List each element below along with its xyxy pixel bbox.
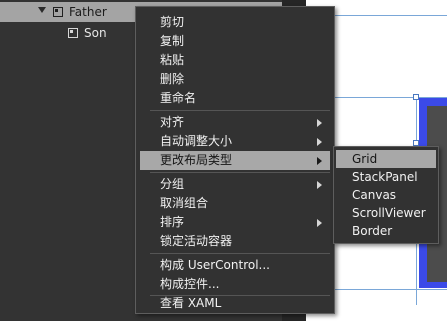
submenu-item-stackpanel[interactable]: StackPanel [336,168,436,186]
menu-item-auto-size[interactable]: 自动调整大小 [140,132,330,151]
submenu-arrow-icon [317,181,322,189]
menu-item-paste[interactable]: 粘贴 [140,51,330,70]
menu-item-label: 构成 UserControl... [160,258,270,272]
submenu-item-label: StackPanel [352,170,418,184]
submenu-item-label: Grid [352,152,378,166]
submenu-item-border[interactable]: Border [336,222,436,240]
menu-item-label: 取消组合 [160,196,209,210]
menu-item-cut[interactable]: 剪切 [140,13,330,32]
grid-icon [53,7,63,17]
menu-item-label: 粘贴 [160,53,185,67]
menu-item-label: 自动调整大小 [160,134,233,148]
menu-item-label: 删除 [160,72,185,86]
menu-item-label: 更改布局类型 [160,153,233,167]
menu-item-order[interactable]: 排序 [140,213,330,232]
expand-arrow-icon[interactable] [38,7,46,13]
grid-icon [68,28,78,38]
menu-item-make-control[interactable]: 构成控件... [140,275,330,294]
submenu-item-scrollviewer[interactable]: ScrollViewer [336,204,436,222]
submenu-item-grid[interactable]: Grid [336,150,436,168]
menu-item-label: 复制 [160,34,185,48]
submenu-arrow-icon [317,219,322,227]
menu-item-make-usercontrol[interactable]: 构成 UserControl... [140,256,330,275]
menu-item-label: 锁定活动容器 [160,234,233,248]
submenu-item-label: ScrollViewer [352,206,426,220]
submenu-arrow-icon [317,119,322,127]
menu-separator [150,253,330,254]
submenu-item-canvas[interactable]: Canvas [336,186,436,204]
tree-item-label: Son [84,26,107,40]
submenu-arrow-icon [317,157,322,165]
menu-item-pin-active-container[interactable]: 锁定活动容器 [140,232,330,251]
menu-item-group[interactable]: 分组 [140,175,330,194]
menu-item-label: 构成控件... [160,277,220,291]
menu-item-label: 查看 XAML [160,296,222,310]
menu-item-label: 对齐 [160,115,185,129]
menu-item-align[interactable]: 对齐 [140,113,330,132]
context-menu: 剪切 复制 粘贴 删除 重命名 对齐 自动调整大小 更改布局类型 分组 取消组合… [135,6,335,314]
menu-item-delete[interactable]: 删除 [140,70,330,89]
submenu-item-label: Canvas [352,188,397,202]
submenu-arrow-icon [317,138,322,146]
tree-item-label: Father [69,5,107,19]
menu-item-view-xaml[interactable]: 查看 XAML [140,294,330,313]
menu-item-label: 排序 [160,215,185,229]
menu-separator [150,110,330,111]
menu-item-copy[interactable]: 复制 [140,32,330,51]
submenu-item-label: Border [352,224,393,238]
menu-item-ungroup[interactable]: 取消组合 [140,194,330,213]
menu-separator [150,172,330,173]
layout-type-submenu: Grid StackPanel Canvas ScrollViewer Bord… [333,146,439,244]
menu-item-label: 重命名 [160,91,197,105]
menu-item-label: 分组 [160,177,185,191]
menu-item-change-layout-type[interactable]: 更改布局类型 [140,151,330,170]
resize-handle[interactable] [413,94,419,100]
menu-item-rename[interactable]: 重命名 [140,89,330,108]
menu-item-label: 剪切 [160,15,185,29]
